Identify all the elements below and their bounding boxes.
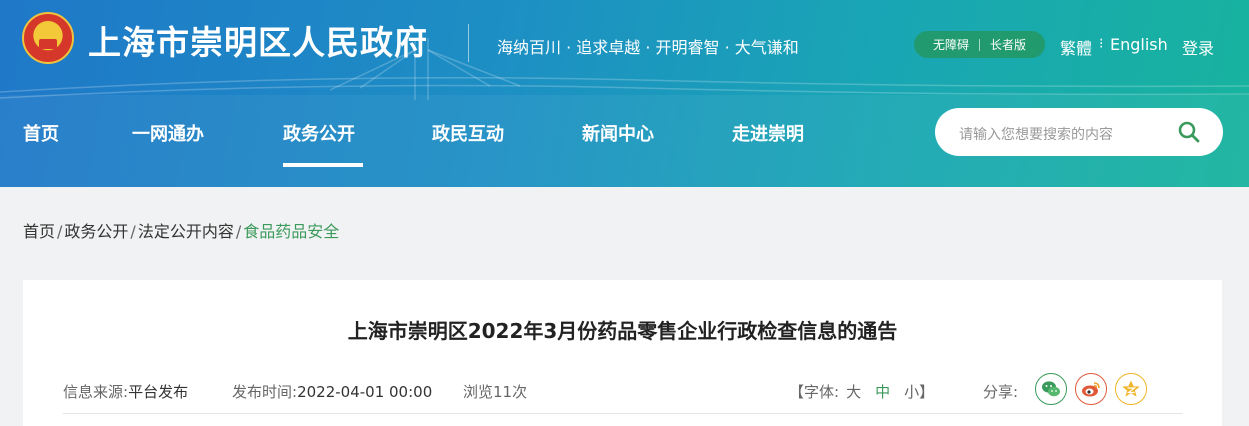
search-input[interactable]: 请输入您想要搜索的内容 [959, 124, 1113, 144]
national-emblem-icon[interactable]: ★ [22, 12, 74, 64]
wechat-icon [1042, 381, 1060, 397]
accessibility-button[interactable]: 无障碍 [933, 36, 969, 53]
breadcrumb-separator: / [235, 222, 242, 241]
nav-public-interaction[interactable]: 政民互动 [432, 120, 504, 146]
title-divider [468, 24, 469, 62]
font-size-label: 【字体: [789, 383, 840, 401]
breadcrumb-separator: / [130, 222, 136, 241]
date-label: 发布时间: [232, 383, 298, 401]
nav-home[interactable]: 首页 [23, 120, 59, 146]
site-header: ★ 上海市崇明区人民政府 海纳百川 · 追求卓越 · 开明睿智 · 大气谦和 无… [0, 0, 1249, 187]
font-size-selector: 【字体: 大中小】 [789, 381, 941, 402]
share-label: 分享: [983, 383, 1019, 401]
accessibility-toolbar: 无障碍 长者版 [914, 31, 1045, 58]
nav-government-affairs[interactable]: 政务公开 [283, 120, 355, 146]
search-box[interactable]: 请输入您想要搜索的内容 [935, 108, 1223, 156]
breadcrumb-statutory-content[interactable]: 法定公开内容 [138, 222, 234, 241]
lang-divider: ⁝ [1099, 36, 1104, 52]
article-views: 浏览11次 [463, 383, 528, 401]
breadcrumb-home[interactable]: 首页 [23, 222, 55, 241]
weibo-icon [1082, 382, 1100, 397]
elder-mode-button[interactable]: 长者版 [990, 36, 1026, 53]
share-qzone-button[interactable] [1115, 373, 1147, 405]
breadcrumb-food-drug-safety[interactable]: 食品药品安全 [243, 222, 339, 241]
site-slogan: 海纳百川 · 追求卓越 · 开明睿智 · 大气谦和 [497, 38, 799, 57]
font-size-small[interactable]: 小】 [904, 383, 934, 401]
share-wechat-button[interactable] [1035, 373, 1067, 405]
pill-divider [979, 38, 980, 51]
traditional-chinese-link[interactable]: 繁體 [1060, 35, 1092, 59]
nav-one-stop-service[interactable]: 一网通办 [132, 120, 204, 146]
article-date: 发布时间:2022-04-01 00:00 [232, 381, 432, 402]
article-title: 上海市崇明区2022年3月份药品零售企业行政检查信息的通告 [347, 319, 898, 343]
search-icon[interactable] [1177, 120, 1201, 144]
nav-active-indicator [283, 163, 363, 167]
site-title[interactable]: 上海市崇明区人民政府 [88, 16, 428, 64]
meta-divider [63, 413, 1183, 414]
qzone-icon [1122, 380, 1140, 397]
font-size-large[interactable]: 大 [846, 383, 861, 401]
article-card: 上海市崇明区2022年3月份药品零售企业行政检查信息的通告 信息来源:平台发布 … [23, 280, 1222, 426]
date-value: 2022-04-01 00:00 [297, 383, 433, 401]
share-weibo-button[interactable] [1075, 373, 1107, 405]
login-link[interactable]: 登录 [1182, 35, 1214, 59]
source-value: 平台发布 [128, 383, 189, 401]
source-label: 信息来源: [63, 383, 129, 401]
font-size-medium[interactable]: 中 [875, 383, 890, 401]
article-source: 信息来源:平台发布 [63, 381, 188, 402]
breadcrumb: 首页 / 政务公开 / 法定公开内容 / 食品药品安全 [23, 218, 339, 242]
nav-about-chongming[interactable]: 走进崇明 [732, 120, 804, 146]
breadcrumb-separator: / [57, 222, 63, 241]
breadcrumb-government-affairs[interactable]: 政务公开 [64, 222, 128, 241]
nav-news-center[interactable]: 新闻中心 [582, 120, 654, 146]
english-link[interactable]: English [1110, 35, 1168, 54]
